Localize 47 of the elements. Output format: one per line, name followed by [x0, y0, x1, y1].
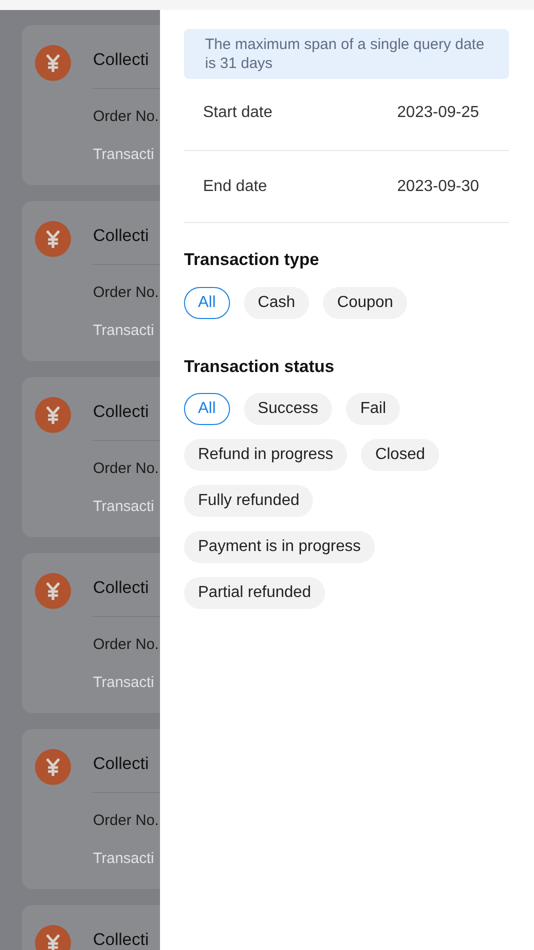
transaction-label: Transacti [93, 674, 154, 691]
filter-chip[interactable]: Partial refunded [184, 577, 325, 609]
card-title: Collecti [93, 50, 149, 69]
order-label: Order No. [93, 108, 159, 125]
yen-icon [35, 573, 71, 609]
order-label: Order No. [93, 812, 159, 829]
list-card[interactable]: Collecti Order No. Transacti [22, 377, 160, 537]
transaction-label: Transacti [93, 146, 154, 163]
date-label: End date [203, 176, 268, 196]
notice-banner: The maximum span of a single query date is 31 days [184, 29, 509, 79]
filter-chip[interactable]: All [184, 286, 230, 318]
list-card[interactable]: Collecti Order No. Transacti [22, 553, 160, 713]
list-card[interactable]: Collecti Order No. Transacti [22, 729, 160, 889]
section-title: Transaction type [184, 249, 320, 271]
filter-chip[interactable]: Closed [361, 439, 439, 471]
filter-chip[interactable]: Success [244, 393, 332, 425]
filter-chip[interactable]: Fully refunded [184, 485, 314, 517]
date-label: Start date [203, 103, 272, 123]
order-label: Order No. [93, 636, 159, 653]
filter-chip[interactable]: Coupon [323, 286, 408, 318]
date-row[interactable]: Start date 2023-09-25 [184, 79, 509, 151]
list-card[interactable]: Collecti [22, 905, 160, 950]
yen-icon [35, 397, 71, 433]
list-card[interactable]: Collecti Order No. Transacti [22, 25, 160, 185]
filter-chip[interactable]: Refund in progress [184, 439, 348, 471]
card-title: Collecti [93, 754, 149, 773]
card-title: Collecti [93, 930, 149, 949]
order-label: Order No. [93, 284, 159, 301]
card-title: Collecti [93, 402, 149, 421]
filter-chip[interactable]: Payment is in progress [184, 531, 375, 563]
card-title: Collecti [93, 226, 149, 245]
date-value: 2023-09-30 [397, 176, 479, 196]
yen-icon [35, 749, 71, 785]
transaction-label: Transacti [93, 850, 154, 867]
filter-chip[interactable]: Cash [244, 286, 310, 318]
yen-icon [35, 221, 71, 257]
filter-chip[interactable]: All [184, 393, 230, 425]
yen-icon [35, 45, 71, 81]
list-card[interactable]: Collecti Order No. Transacti [22, 201, 160, 361]
card-title: Collecti [93, 578, 149, 597]
section-title: Transaction status [184, 356, 334, 378]
date-row[interactable]: End date 2023-09-30 [184, 151, 509, 223]
date-value: 2023-09-25 [397, 103, 479, 123]
transaction-label: Transacti [93, 498, 154, 515]
transaction-label: Transacti [93, 322, 154, 339]
filter-chip[interactable]: Fail [346, 393, 400, 425]
order-label: Order No. [93, 460, 159, 477]
